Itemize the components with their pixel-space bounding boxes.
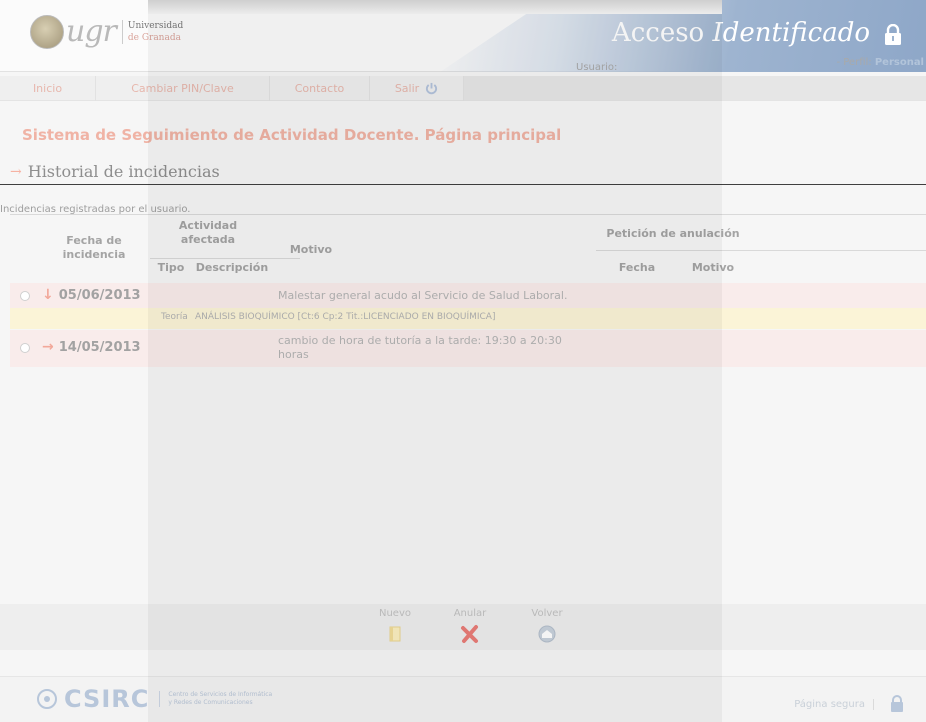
action-bar: Nuevo Anular Volver — [0, 604, 926, 650]
arrow-down-icon: ↓ — [42, 287, 54, 303]
th-descripcion: Descripción — [195, 261, 269, 274]
detail-tipo: Teoría — [161, 312, 188, 322]
th-tipo: Tipo — [157, 261, 185, 274]
detail-descripcion: ANÁLISIS BIOQUÍMICO [Ct:6 Cp:2 Tit.:LICE… — [195, 312, 496, 322]
section-title: → Historial de incidencias — [10, 162, 220, 181]
th-pet-motivo: Motivo — [691, 261, 735, 274]
th-fecha: Fecha de incidencia — [62, 234, 126, 261]
table-row[interactable]: → 14/05/2013 cambio de hora de tutoría a… — [10, 330, 926, 367]
csirc-logo[interactable]: CSIRC Centro de Servicios de Informática… — [36, 685, 272, 713]
row-date: ↓ 05/06/2013 — [42, 287, 141, 303]
cancel-x-icon — [461, 625, 478, 643]
nav-salir[interactable]: Salir — [370, 76, 464, 101]
anular-button[interactable]: Anular — [445, 608, 495, 644]
row-motivo: Malestar general acudo al Servicio de Sa… — [278, 289, 568, 302]
ugr-logo[interactable]: ugr Universidad de Granada — [30, 14, 183, 49]
main-nav: Inicio Cambiar PIN/Clave Contacto Salir — [0, 76, 926, 101]
perfil-value: Personal — [874, 57, 924, 68]
usuario-label: Usuario: — [576, 62, 618, 73]
arrow-right-icon: → — [10, 163, 22, 180]
lock-icon — [891, 695, 903, 712]
university-name: Universidad de Granada — [121, 19, 183, 44]
arrow-right-icon: → — [42, 339, 54, 355]
row-date: → 14/05/2013 — [42, 339, 141, 355]
row-radio[interactable] — [20, 343, 30, 353]
csirc-description: Centro de Servicios de Informática y Red… — [159, 691, 272, 707]
th-peticion: Petición de anulación — [606, 227, 740, 240]
nav-cambiar-pin[interactable]: Cambiar PIN/Clave — [96, 76, 270, 101]
logo-text: ugr — [66, 14, 117, 49]
table-row[interactable]: ↓ 05/06/2013 Malestar general acudo al S… — [10, 283, 926, 308]
th-pet-fecha: Fecha — [618, 261, 656, 274]
csirc-mark: CSIRC — [64, 685, 150, 713]
nav-inicio[interactable]: Inicio — [0, 76, 96, 101]
page-title: Sistema de Seguimiento de Actividad Doce… — [22, 126, 562, 144]
row-detail: Teoría ANÁLISIS BIOQUÍMICO [Ct:6 Cp:2 Ti… — [10, 308, 926, 329]
nav-contacto[interactable]: Contacto — [270, 76, 370, 101]
csirc-emblem-icon — [37, 689, 57, 709]
th-actividad: Actividad afectada — [178, 219, 238, 246]
secure-page-label: Página segura — [794, 699, 874, 710]
home-icon — [538, 625, 556, 643]
footer: CSIRC Centro de Servicios de Informática… — [0, 676, 926, 722]
row-radio[interactable] — [20, 291, 30, 301]
power-icon — [426, 82, 438, 95]
perfil-info: - Perfil: Personal — [836, 57, 924, 68]
row-motivo: cambio de hora de tutoría a la tarde: 19… — [278, 334, 562, 361]
new-document-icon — [389, 626, 401, 642]
lock-icon — [885, 24, 901, 45]
divider — [0, 184, 926, 185]
crest-icon — [30, 14, 64, 49]
th-motivo: Motivo — [289, 243, 333, 256]
access-title: Acceso Identificado — [611, 18, 870, 48]
volver-button[interactable]: Volver — [522, 608, 572, 644]
nuevo-button[interactable]: Nuevo — [370, 608, 420, 644]
